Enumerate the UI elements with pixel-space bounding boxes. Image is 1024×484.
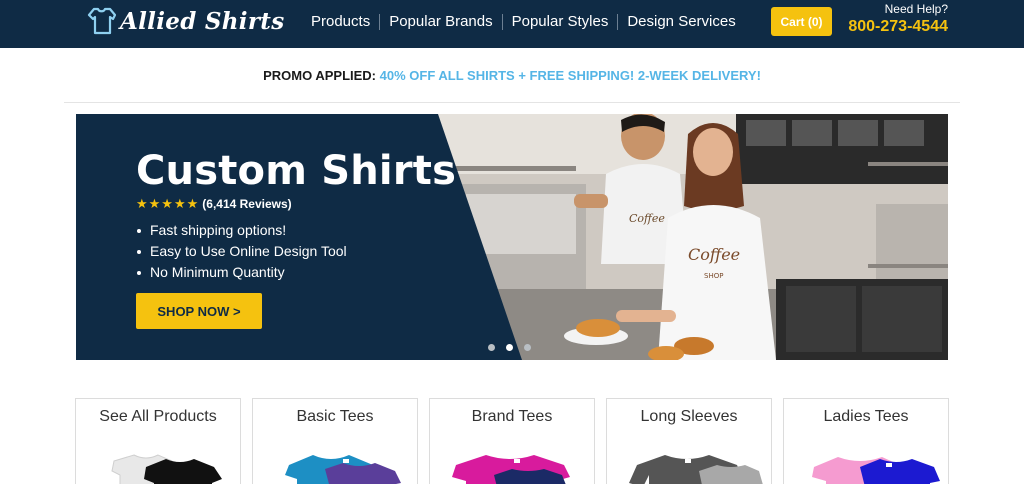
cart-button[interactable]: Cart (0) bbox=[771, 7, 832, 36]
bullet-icon bbox=[137, 270, 141, 275]
hero-feature-list: Fast shipping options! Easy to Use Onlin… bbox=[136, 220, 347, 283]
card-title: Basic Tees bbox=[296, 408, 374, 425]
help-label: Need Help? bbox=[884, 2, 948, 16]
nav-popular-styles[interactable]: Popular Styles bbox=[503, 14, 618, 30]
promo-text: 40% OFF ALL SHIRTS + FREE SHIPPING! 2-WE… bbox=[379, 68, 761, 83]
hero-rating[interactable]: ★★★★★ (6,414 Reviews) bbox=[136, 196, 292, 212]
tshirt-image bbox=[285, 455, 401, 484]
feature-text: Fast shipping options! bbox=[150, 222, 287, 238]
hero-banner[interactable]: Coffee Coffee SHOP Custom Shirts ★★★★★ (… bbox=[76, 114, 948, 360]
list-item: No Minimum Quantity bbox=[136, 262, 347, 283]
carousel-dot-active[interactable] bbox=[506, 344, 513, 351]
tshirt-image bbox=[812, 457, 940, 484]
tshirt-image bbox=[111, 454, 222, 484]
category-card-brand-tees[interactable]: Brand Tees bbox=[429, 398, 595, 484]
star-rating-icon: ★★★★★ bbox=[136, 196, 200, 211]
tshirt-image bbox=[629, 455, 763, 484]
shirt-logo-icon bbox=[87, 7, 116, 35]
category-grid: See All Products Basic Tees Brand Tees L… bbox=[75, 398, 949, 484]
logo-text: Allied Shirts bbox=[120, 7, 285, 35]
review-count: (6,414 Reviews) bbox=[202, 197, 292, 211]
divider bbox=[64, 102, 960, 103]
carousel-dot[interactable] bbox=[524, 344, 531, 351]
card-title: See All Products bbox=[99, 408, 217, 425]
nav-design-services[interactable]: Design Services bbox=[618, 14, 744, 30]
shop-now-button[interactable]: SHOP NOW > bbox=[136, 293, 262, 329]
feature-text: Easy to Use Online Design Tool bbox=[150, 243, 347, 259]
category-card-ladies-tees[interactable]: Ladies Tees bbox=[783, 398, 949, 484]
feature-text: No Minimum Quantity bbox=[150, 264, 285, 280]
site-logo[interactable]: Allied Shirts bbox=[86, 4, 284, 38]
promo-banner: PROMO APPLIED: 40% OFF ALL SHIRTS + FREE… bbox=[0, 68, 1024, 83]
bullet-icon bbox=[137, 249, 141, 254]
category-card-all-products[interactable]: See All Products bbox=[75, 398, 241, 484]
card-title: Ladies Tees bbox=[823, 408, 909, 425]
hero-title: Custom Shirts bbox=[136, 148, 457, 194]
phone-number[interactable]: 800-273-4544 bbox=[848, 17, 948, 37]
category-card-basic-tees[interactable]: Basic Tees bbox=[252, 398, 418, 484]
card-title: Long Sleeves bbox=[640, 408, 738, 425]
list-item: Fast shipping options! bbox=[136, 220, 347, 241]
list-item: Easy to Use Online Design Tool bbox=[136, 241, 347, 262]
nav-popular-brands[interactable]: Popular Brands bbox=[380, 14, 501, 30]
help-contact: Need Help? 800-273-4544 bbox=[848, 2, 948, 37]
site-header: Allied Shirts Products Popular Brands Po… bbox=[0, 0, 1024, 48]
bullet-icon bbox=[137, 228, 141, 233]
card-title: Brand Tees bbox=[471, 408, 553, 425]
main-nav: Products Popular Brands Popular Styles D… bbox=[302, 0, 745, 44]
carousel-dots bbox=[488, 344, 542, 351]
category-card-long-sleeves[interactable]: Long Sleeves bbox=[606, 398, 772, 484]
carousel-dot[interactable] bbox=[488, 344, 495, 351]
nav-products[interactable]: Products bbox=[302, 14, 379, 30]
tshirt-image bbox=[452, 455, 570, 484]
promo-label: PROMO APPLIED: bbox=[263, 68, 377, 83]
